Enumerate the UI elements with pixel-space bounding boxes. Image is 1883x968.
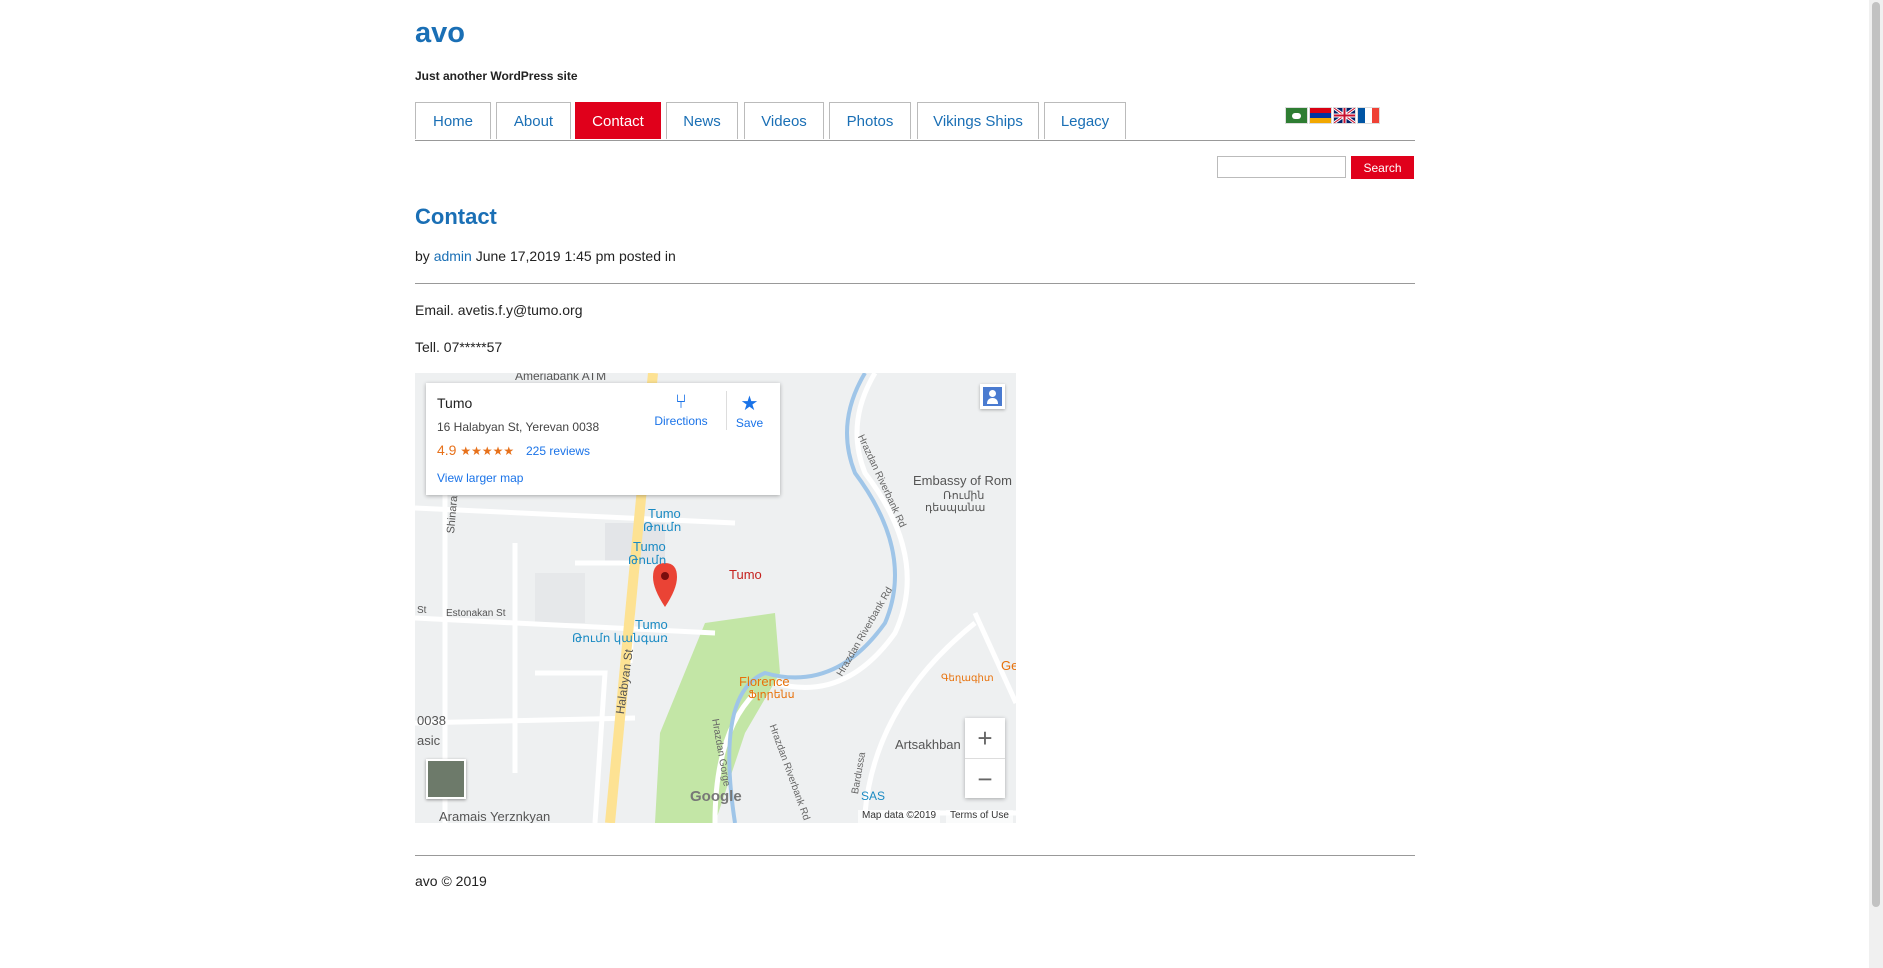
tell-line: Tell. 07*****57 <box>415 339 503 355</box>
map-label-tumo1: Tumo <box>648 506 681 521</box>
map-label-ge-hy: Գեղագիտ <box>941 673 994 684</box>
author-link[interactable]: admin <box>434 248 472 264</box>
tab-about[interactable]: About <box>496 102 571 139</box>
rating-value: 4.9 <box>437 442 457 458</box>
search-button[interactable]: Search <box>1351 156 1414 179</box>
tab-news[interactable]: News <box>666 102 738 139</box>
tab-videos[interactable]: Videos <box>744 102 824 139</box>
save-button[interactable]: ★ Save <box>726 391 772 430</box>
star-icon: ★ <box>740 393 759 415</box>
map-label-st: St <box>417 605 427 616</box>
map-label-aramais: Aramais Yerznkyan <box>439 809 551 823</box>
map-label-asic: asic <box>417 733 441 748</box>
email-line: Email. avetis.f.y@tumo.org <box>415 302 583 318</box>
street-view-pegman-icon[interactable] <box>980 384 1005 409</box>
divider <box>415 283 1415 284</box>
terms-of-use-link[interactable]: Terms of Use <box>946 810 1013 823</box>
rating-stars: ★★★★★ <box>460 444 515 458</box>
posted-in: posted in <box>618 248 676 264</box>
map-label-tumo-pin: Tumo <box>729 567 762 582</box>
map-label-florence: Florence <box>739 674 790 689</box>
map-label-tumo3-hy: Թումո կանգառ <box>572 631 668 645</box>
map-label-sas: SAS <box>861 789 886 803</box>
flag-france-icon[interactable] <box>1357 107 1380 124</box>
reviews-link[interactable]: 225 reviews <box>526 444 590 458</box>
save-label: Save <box>735 416 764 430</box>
tab-photos[interactable]: Photos <box>829 102 911 139</box>
map-data-attribution: Map data ©2019 <box>858 810 941 823</box>
map-label-artsakhban: Artsakhban <box>895 737 961 752</box>
view-larger-map-link[interactable]: View larger map <box>437 471 523 485</box>
place-card: Tumo 16 Halabyan St, Yerevan 0038 4.9 ★★… <box>426 383 780 495</box>
post-meta: by admin June 17,2019 1:45 pm posted in <box>415 248 676 264</box>
flag-arabic-icon[interactable] <box>1285 107 1308 124</box>
meta-by: by <box>415 248 430 264</box>
map-label-embassy: Embassy of Rom <box>913 473 1012 488</box>
google-map[interactable]: Ameriabank ATM Embassy of Rom Ռումին դես… <box>415 373 1016 823</box>
map-label-ameriabank: Ameriabank ATM <box>515 373 607 383</box>
place-address: 16 Halabyan St, Yerevan 0038 <box>437 420 600 434</box>
language-flags <box>1285 107 1380 124</box>
main-nav: Home About Contact News Videos Photos Vi… <box>415 102 1415 141</box>
map-label-zip: 0038 <box>417 713 446 728</box>
site-title[interactable]: avo <box>415 17 465 50</box>
footer-divider <box>415 855 1415 856</box>
map-label-florence-hy: Ֆլորենս <box>748 689 795 701</box>
place-rating: 4.9 ★★★★★ <box>437 442 514 458</box>
zoom-out-button[interactable]: − <box>965 759 1005 799</box>
map-label-tumo1-hy: Թումո <box>643 520 682 534</box>
zoom-controls: + − <box>965 718 1005 798</box>
directions-button[interactable]: ⑂ Directions <box>646 391 716 428</box>
map-label-tumo2: Tumo <box>633 539 666 554</box>
post-datetime: June 17,2019 1:45 pm <box>475 248 616 264</box>
flag-uk-icon[interactable] <box>1333 107 1356 124</box>
map-label-ge: Ge <box>1001 658 1016 673</box>
directions-icon: ⑂ <box>675 391 687 413</box>
map-label-tumo3: Tumo <box>635 617 668 632</box>
tab-vikings-ships[interactable]: Vikings Ships <box>917 102 1039 139</box>
google-logo: Google <box>690 788 742 805</box>
flag-armenia-icon[interactable] <box>1309 107 1332 124</box>
footer-text: avo © 2019 <box>415 873 487 889</box>
place-name: Tumo <box>437 395 473 411</box>
page-scrollbar[interactable] <box>1869 0 1883 968</box>
map-label-embassy-hy2: դեսպանա <box>925 502 986 514</box>
tab-home[interactable]: Home <box>415 102 491 139</box>
search-input[interactable] <box>1217 156 1346 178</box>
map-label-tumo2-hy: Թումո <box>628 553 667 567</box>
map-label-estonakan: Estonakan St <box>446 608 506 619</box>
directions-label: Directions <box>654 414 708 428</box>
zoom-in-button[interactable]: + <box>965 718 1005 759</box>
post-title[interactable]: Contact <box>415 204 497 230</box>
site-tagline: Just another WordPress site <box>415 69 578 83</box>
scrollbar-thumb[interactable] <box>1872 2 1880 907</box>
tab-contact[interactable]: Contact <box>575 102 661 139</box>
tab-legacy[interactable]: Legacy <box>1044 102 1126 139</box>
satellite-toggle-button[interactable] <box>426 759 466 799</box>
